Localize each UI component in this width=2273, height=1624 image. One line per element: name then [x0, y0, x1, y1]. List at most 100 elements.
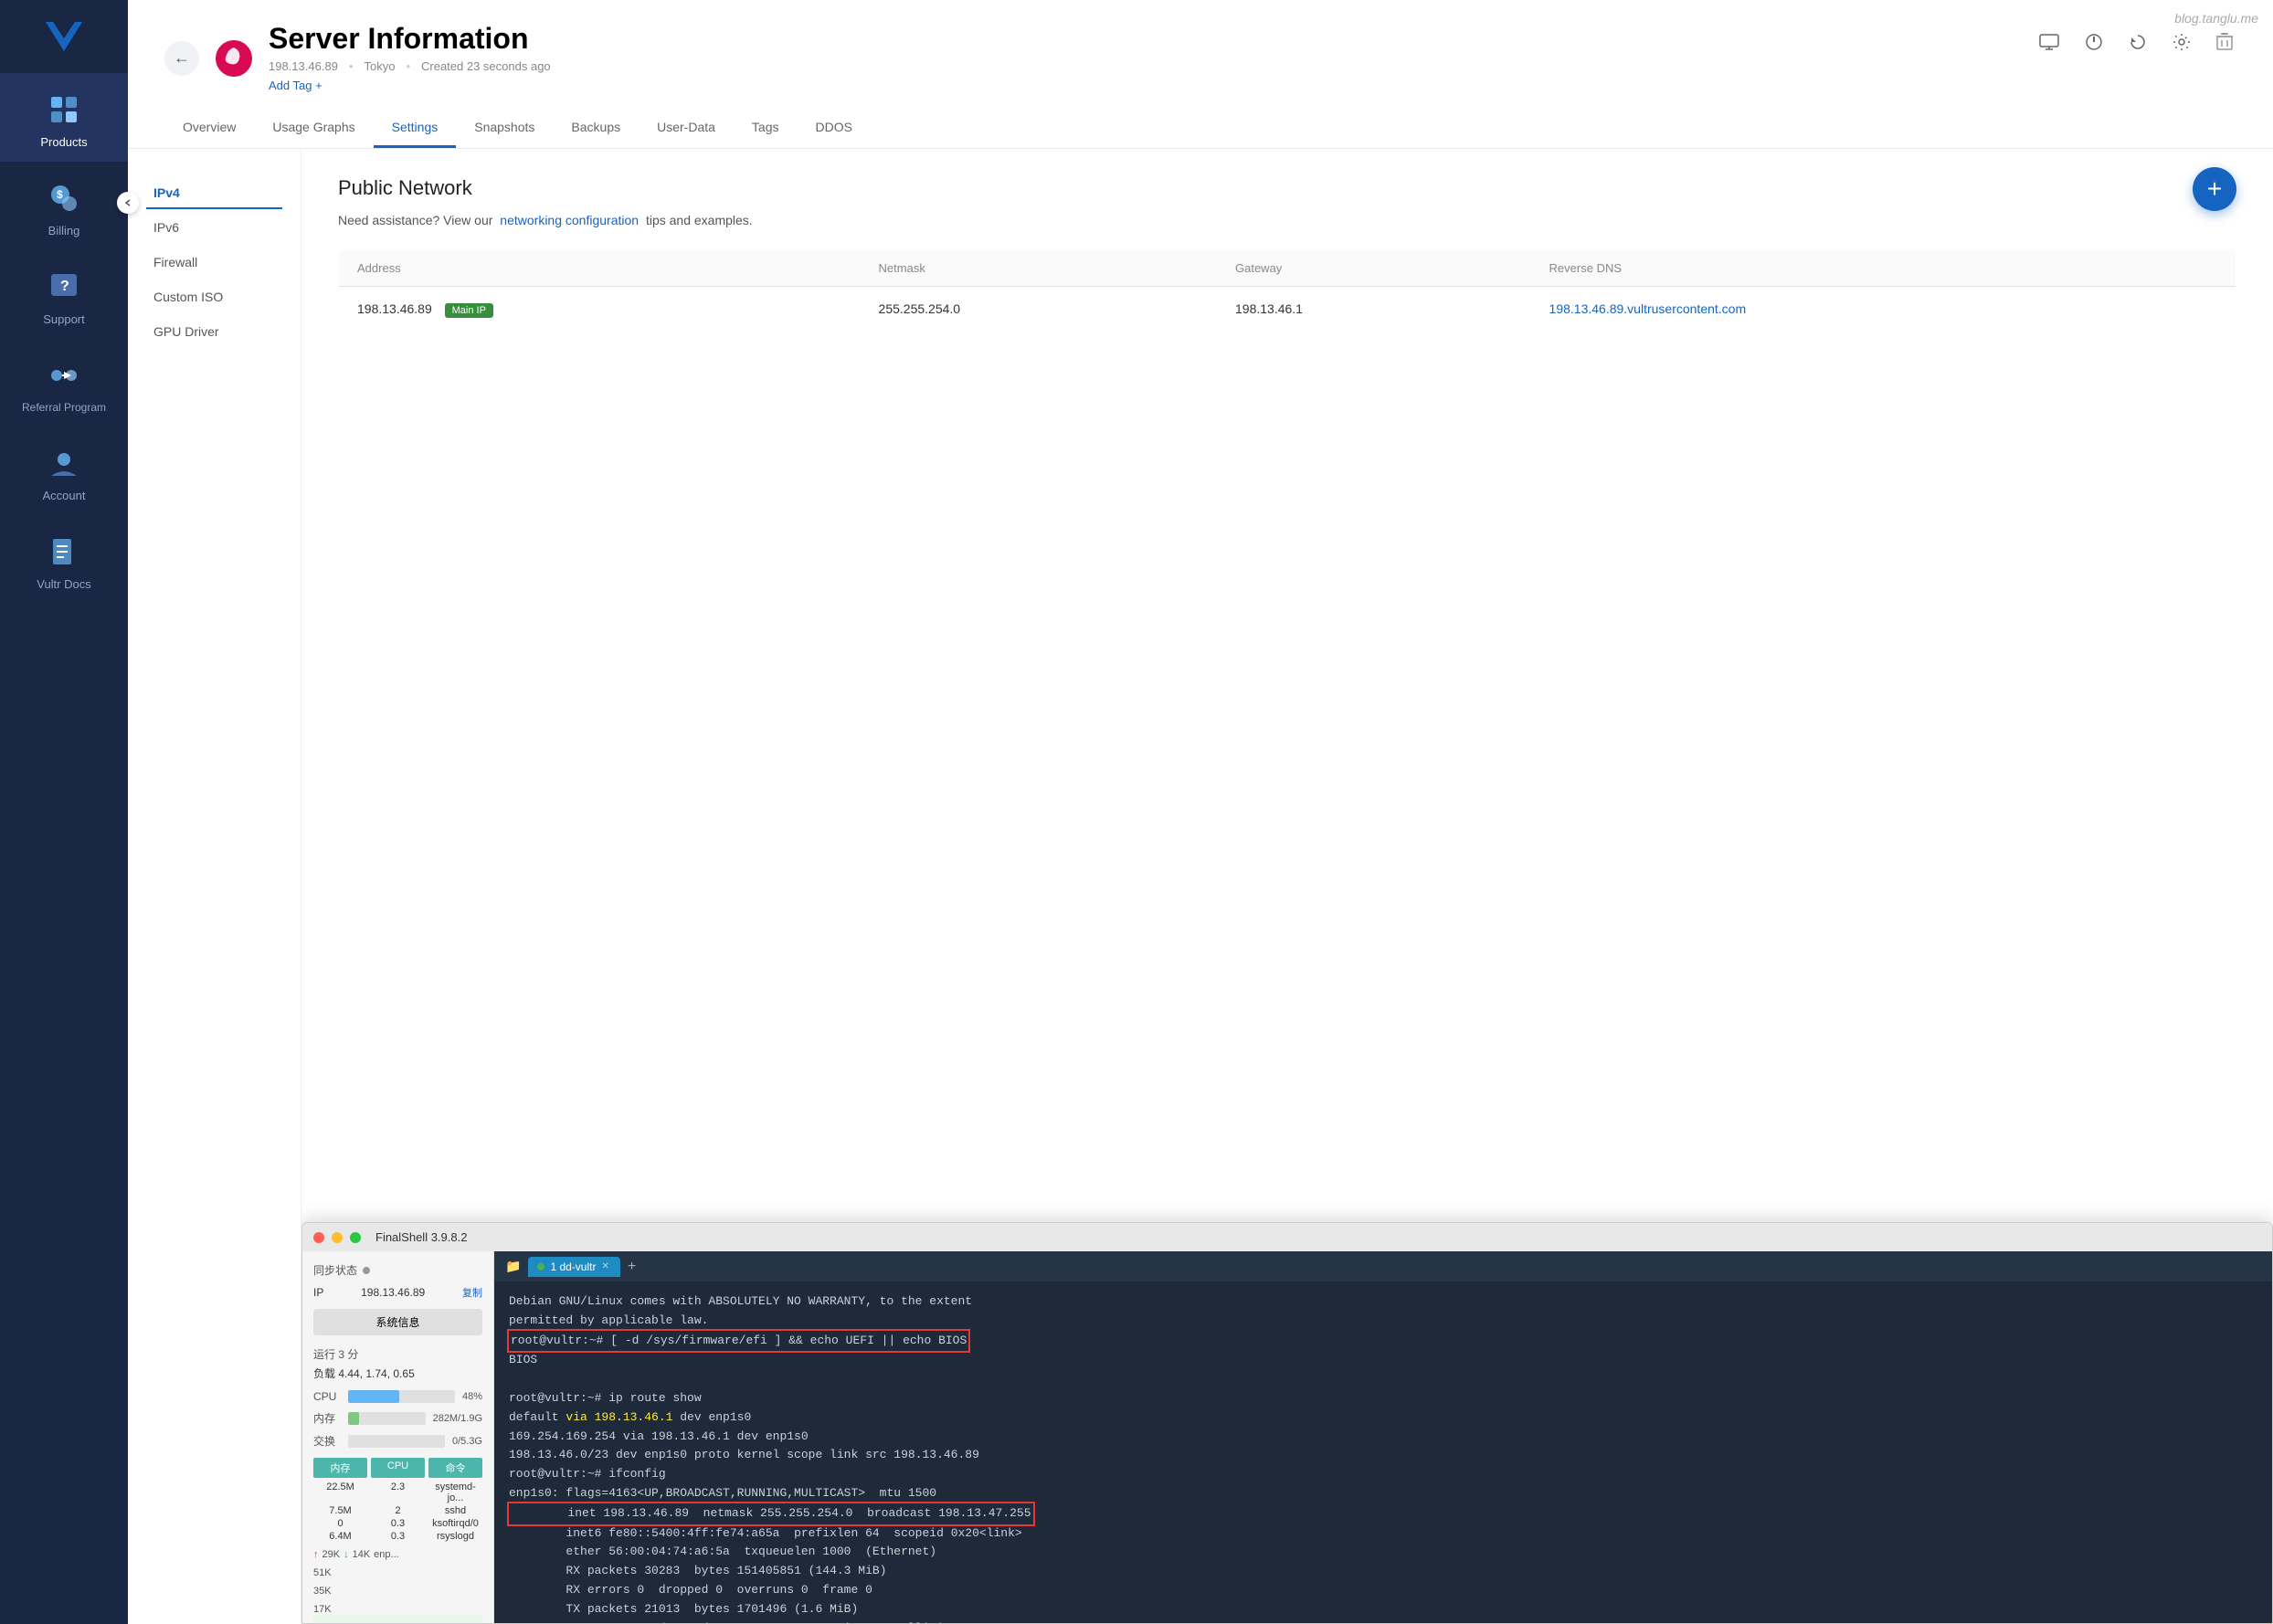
support-icon: ? — [44, 267, 84, 307]
nav-item-ipv4[interactable]: IPv4 — [146, 176, 282, 209]
add-tag-link[interactable]: Add Tag + — [269, 79, 322, 92]
nav-item-firewall[interactable]: Firewall — [146, 246, 282, 279]
fs-proc-mem-1: 7.5M — [313, 1505, 367, 1516]
fs-process-row-1: 7.5M 2 sshd — [313, 1505, 482, 1516]
sidebar-item-products[interactable]: Products — [0, 73, 128, 162]
terminal-line-16: TX packets 21013 bytes 1701496 (1.6 MiB) — [509, 1600, 2257, 1619]
sidebar-collapse-button[interactable] — [117, 192, 139, 214]
header-actions — [2035, 22, 2236, 60]
nav-item-custom-iso[interactable]: Custom ISO — [146, 280, 282, 313]
col-address: Address — [339, 250, 861, 287]
terminal-highlight-cmd: root@vultr:~# [ -d /sys/firmware/efi ] &… — [509, 1331, 968, 1352]
page-title: Server Information — [269, 22, 551, 56]
monitor-button[interactable] — [2035, 30, 2063, 59]
fs-sysinfo-button[interactable]: 系统信息 — [313, 1309, 482, 1335]
logo-area — [0, 0, 128, 73]
nav-item-ipv6[interactable]: IPv6 — [146, 211, 282, 244]
fs-process-table-header: 内存 CPU 命令 — [313, 1458, 482, 1478]
fs-net-iface: enp... — [374, 1549, 399, 1560]
window-minimize-dot[interactable] — [332, 1232, 343, 1243]
sidebar-item-docs[interactable]: Vultr Docs — [0, 515, 128, 604]
delete-button[interactable] — [2213, 29, 2236, 60]
sparkline-chart — [313, 1615, 482, 1623]
settings-left-nav: IPv4 IPv6 Firewall Custom ISO GPU Driver — [128, 149, 301, 1624]
window-maximize-dot[interactable] — [350, 1232, 361, 1243]
fs-proc-cmd-0: systemd-jo... — [428, 1482, 482, 1503]
nav-item-gpu-driver[interactable]: GPU Driver — [146, 315, 282, 348]
power-button[interactable] — [2081, 29, 2107, 60]
fs-copy-button[interactable]: 复制 — [462, 1285, 482, 1300]
restart-button[interactable] — [2125, 29, 2151, 60]
reverse-dns-cell: 198.13.46.89.vultrusercontent.com — [1531, 287, 2236, 332]
tab-tags[interactable]: Tags — [734, 109, 798, 148]
fs-proc-cmd-1: sshd — [428, 1505, 482, 1516]
tab-settings[interactable]: Settings — [374, 109, 457, 148]
meta-separator-1: • — [349, 59, 354, 73]
col-reverse-dns: Reverse DNS — [1531, 250, 2236, 287]
add-button[interactable]: + — [2193, 167, 2236, 211]
fs-ip-label: IP — [313, 1286, 323, 1299]
gear-icon — [2173, 33, 2191, 51]
header-meta: 198.13.46.89 • Tokyo • Created 23 second… — [269, 59, 551, 73]
header-left: ← Server Information 198.13.46.89 • Toky… — [164, 22, 551, 94]
terminal-line-4 — [509, 1370, 2257, 1389]
referral-icon-svg — [48, 359, 80, 392]
monitor-icon — [2039, 34, 2059, 50]
fs-ip-row: IP 198.13.46.89 复制 — [313, 1285, 482, 1300]
terminal-line-1: permitted by applicable law. — [509, 1312, 2257, 1331]
server-settings-button[interactable] — [2169, 29, 2194, 60]
fs-connection-dot — [537, 1263, 544, 1271]
power-icon — [2085, 33, 2103, 51]
fs-sparkline — [313, 1615, 482, 1623]
support-icon-svg: ? — [48, 270, 80, 303]
os-icon — [214, 38, 254, 79]
sidebar-item-account[interactable]: Account — [0, 427, 128, 515]
sidebar-item-docs-label: Vultr Docs — [37, 577, 90, 591]
tab-ddos[interactable]: DDOS — [797, 109, 870, 148]
fs-mem-bar-bg — [348, 1412, 426, 1425]
terminal-line-9: root@vultr:~# ifconfig — [509, 1465, 2257, 1484]
fs-status-dot — [363, 1267, 370, 1274]
fs-tab-add-button[interactable]: + — [624, 1259, 640, 1275]
fs-mem-val: 282M/1.9G — [433, 1413, 482, 1424]
fs-process-row-2: 0 0.3 ksoftirqd/0 — [313, 1518, 482, 1529]
tab-user-data[interactable]: User-Data — [639, 109, 734, 148]
server-title-area: Server Information 198.13.46.89 • Tokyo … — [269, 22, 551, 94]
billing-icon-svg: $ — [48, 182, 80, 215]
fs-proc-mem-0: 22.5M — [313, 1482, 367, 1503]
account-icon — [44, 443, 84, 483]
fs-net-down-icon: ↓ — [344, 1549, 349, 1560]
sidebar-item-referral[interactable]: Referral Program — [0, 339, 128, 427]
fs-terminal-output[interactable]: Debian GNU/Linux comes with ABSOLUTELY N… — [494, 1281, 2272, 1623]
refresh-icon — [2129, 33, 2147, 51]
terminal-line-7: 169.254.169.254 via 198.13.46.1 dev enp1… — [509, 1428, 2257, 1447]
reverse-dns-link[interactable]: 198.13.46.89.vultrusercontent.com — [1549, 301, 1747, 316]
fs-swap-label: 交换 — [313, 1433, 341, 1449]
networking-config-link[interactable]: networking configuration — [500, 213, 639, 227]
terminal-line-12: inet6 fe80::5400:4ff:fe74:a65a prefixlen… — [509, 1524, 2257, 1544]
fs-net-up-icon: ↑ — [313, 1549, 319, 1560]
fs-swap-bar-bg — [348, 1435, 445, 1448]
back-button[interactable]: ← — [164, 41, 199, 76]
terminal-line-6: default via 198.13.46.1 dev enp1s0 — [509, 1408, 2257, 1428]
tab-snapshots[interactable]: Snapshots — [456, 109, 553, 148]
section-title: Public Network — [338, 176, 2236, 200]
fs-tab-active[interactable]: 1 dd-vultr ✕ — [528, 1257, 619, 1277]
tab-backups[interactable]: Backups — [553, 109, 639, 148]
fs-cpu-label: CPU — [313, 1390, 341, 1403]
fs-mem-label: 内存 — [313, 1410, 341, 1426]
page-header: ← Server Information 198.13.46.89 • Toky… — [128, 0, 2273, 149]
fs-net-kb1: 51K — [313, 1567, 332, 1578]
sidebar-item-support[interactable]: ? Support — [0, 250, 128, 339]
fs-proc-cmd-2: ksoftirqd/0 — [428, 1518, 482, 1529]
tab-usage-graphs[interactable]: Usage Graphs — [254, 109, 373, 148]
fs-proc-cpu-1: 2 — [371, 1505, 425, 1516]
terminal-line-11: inet 198.13.46.89 netmask 255.255.254.0 … — [509, 1503, 2257, 1524]
sidebar-item-billing[interactable]: $ Billing — [0, 162, 128, 250]
tab-overview[interactable]: Overview — [164, 109, 254, 148]
fs-tab-close-button[interactable]: ✕ — [601, 1261, 608, 1271]
window-close-dot[interactable] — [313, 1232, 324, 1243]
fs-net-kb-row2: 35K — [313, 1586, 482, 1597]
account-icon-svg — [48, 447, 80, 480]
terminal-line-13: ether 56:00:04:74:a6:5a txqueuelen 1000 … — [509, 1543, 2257, 1562]
